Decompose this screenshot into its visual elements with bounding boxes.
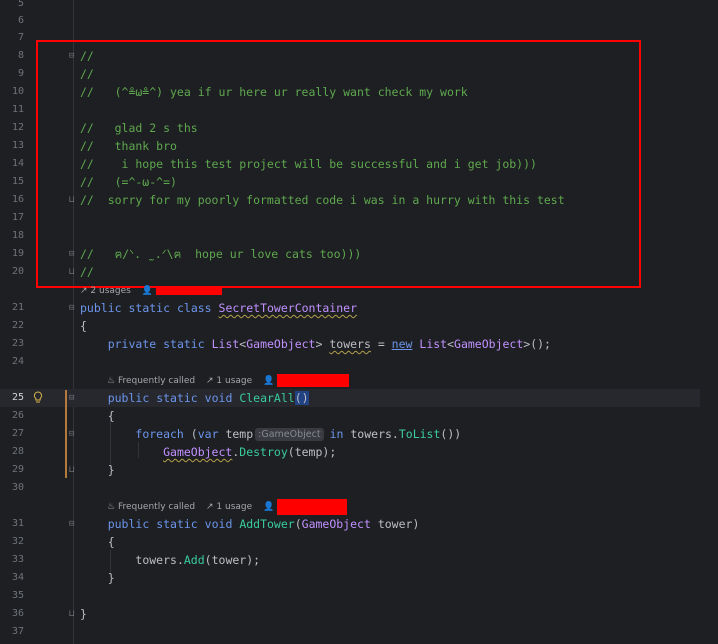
code-vision-hint[interactable]: ♨ Frequently called ↗ 1 usage 👤 xyxy=(107,372,350,390)
code-line: { xyxy=(80,319,87,333)
destroy-call: GameObject.Destroy(temp); xyxy=(163,445,337,459)
fold-end-icon: ⊔ xyxy=(69,465,75,475)
fold-toggle-icon[interactable]: ⊟ xyxy=(69,515,78,533)
redacted-author xyxy=(155,286,222,295)
line-number: 31 xyxy=(11,518,24,529)
fold-toggle-icon[interactable]: ⊟ xyxy=(69,389,78,407)
field-name[interactable]: towers xyxy=(329,337,371,351)
line-number: 24 xyxy=(11,356,24,367)
line-number: 21 xyxy=(11,302,24,313)
author-icon: 👤 xyxy=(263,376,275,386)
code-vision-hint[interactable]: ↗ 2 usages 👤 xyxy=(80,282,222,300)
line-number: 9 xyxy=(17,68,24,79)
line-number: 35 xyxy=(11,590,24,601)
redacted-author xyxy=(277,374,350,387)
line-number: 20 xyxy=(11,266,24,277)
code-line: } xyxy=(80,607,87,621)
line-number: 15 xyxy=(11,176,24,187)
line-number: 36 xyxy=(11,608,24,619)
usages-count[interactable]: 1 usage xyxy=(216,502,252,512)
flame-icon: ♨ xyxy=(107,376,116,386)
redacted-author xyxy=(277,498,348,515)
line-number: 11 xyxy=(11,104,24,115)
line-number: 33 xyxy=(11,554,24,565)
line-number: 13 xyxy=(11,140,24,151)
fold-toggle-icon[interactable]: ⊟ xyxy=(69,425,78,443)
line-number: 30 xyxy=(11,482,24,493)
method-name[interactable]: ClearAll xyxy=(239,391,294,405)
code-line: } xyxy=(80,571,115,585)
matched-parens: () xyxy=(294,391,309,405)
usages-icon: ↗ xyxy=(80,286,88,296)
flame-icon: ♨ xyxy=(107,502,116,512)
code-vision-hint[interactable]: ♨ Frequently called ↗ 1 usage 👤 xyxy=(107,498,348,516)
fold-end-icon: ⊔ xyxy=(69,609,75,619)
field-declaration: private static List<GameObject> towers =… xyxy=(107,337,551,351)
annotation-highlight-box xyxy=(36,40,641,288)
line-number: 25 xyxy=(11,392,24,403)
line-number: 16 xyxy=(11,194,24,205)
add-call: towers.Add(tower); xyxy=(135,553,261,567)
fold-toggle-icon[interactable]: ⊟ xyxy=(69,299,78,317)
line-number: 34 xyxy=(11,572,24,583)
method-declaration: public static void ClearAll() xyxy=(107,391,309,405)
line-number: 22 xyxy=(11,320,24,331)
foreach-statement: foreach (var temp:GameObject in towers.To… xyxy=(135,427,462,441)
line-number: 32 xyxy=(11,536,24,547)
usages-count[interactable]: 1 usage xyxy=(216,376,252,386)
frequently-called-label[interactable]: Frequently called xyxy=(118,502,195,512)
line-number: 29 xyxy=(11,464,24,475)
method-name[interactable]: AddTower xyxy=(239,517,294,531)
line-number: 26 xyxy=(11,410,24,421)
line-number: 17 xyxy=(11,212,24,223)
usages-icon: ↗ xyxy=(205,376,214,386)
line-number: 6 xyxy=(17,15,24,26)
code-line: { xyxy=(80,535,115,549)
line-number: 7 xyxy=(17,32,24,43)
author-icon: 👤 xyxy=(263,502,275,512)
code-line: } xyxy=(80,463,115,477)
vcs-change-marker[interactable] xyxy=(65,390,67,478)
usages-count[interactable]: 2 usages xyxy=(90,286,130,296)
line-number: 37 xyxy=(11,626,24,637)
usages-icon: ↗ xyxy=(205,502,214,512)
line-number: 27 xyxy=(11,428,24,439)
class-declaration: public static class SecretTowerContainer xyxy=(80,301,358,315)
line-number: 18 xyxy=(11,230,24,241)
lightbulb-icon[interactable] xyxy=(33,391,43,407)
type-inlay-hint: :GameObject xyxy=(255,428,324,441)
line-number: 8 xyxy=(17,50,24,61)
line-number: 10 xyxy=(11,86,24,97)
line-number: 28 xyxy=(11,446,24,457)
class-name[interactable]: SecretTowerContainer xyxy=(219,301,357,315)
line-number: 14 xyxy=(11,158,24,169)
code-line: { xyxy=(80,409,115,423)
frequently-called-label[interactable]: Frequently called xyxy=(118,376,195,386)
method-declaration: public static void AddTower(GameObject t… xyxy=(107,517,420,531)
author-icon: 👤 xyxy=(141,286,153,296)
line-number: 23 xyxy=(11,338,24,349)
line-number: 19 xyxy=(11,248,24,259)
line-number: 12 xyxy=(11,122,24,133)
